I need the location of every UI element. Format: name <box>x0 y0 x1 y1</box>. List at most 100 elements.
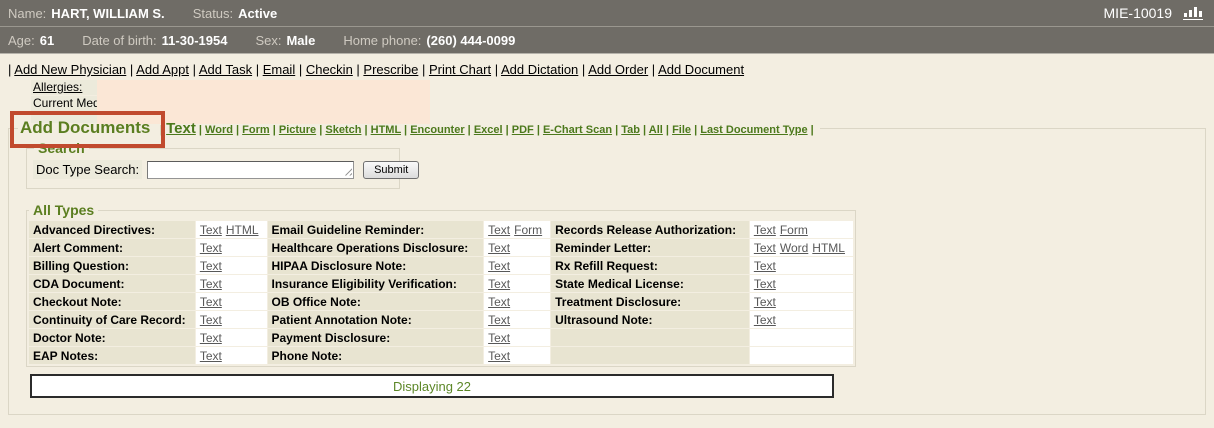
doc-type-label: Continuity of Care Record: <box>29 311 195 328</box>
doc-link-hipaa-disclosure-note-text[interactable]: Text <box>488 259 510 273</box>
doc-link-patient-annotation-note-text[interactable]: Text <box>488 313 510 327</box>
doc-type-label: Alert Comment: <box>29 239 195 256</box>
doc-type-links-cell: Text <box>484 257 550 274</box>
doc-type-links-cell: Text <box>196 275 267 292</box>
doc-link-cda-document-text[interactable]: Text <box>200 277 222 291</box>
doc-type-links-cell <box>750 329 853 346</box>
doc-link-records-release-authorization-form[interactable]: Form <box>780 223 808 237</box>
submit-button[interactable]: Submit <box>363 161 419 179</box>
doc-link-state-medical-license-text[interactable]: Text <box>754 277 776 291</box>
doc-type-label: Payment Disclosure: <box>268 329 484 346</box>
doc-link-records-release-authorization-text[interactable]: Text <box>754 223 776 237</box>
table-row: CDA Document:TextInsurance Eligibility V… <box>29 275 853 292</box>
doc-type-tab-e-chart-scan[interactable]: E-Chart Scan <box>543 124 612 136</box>
doc-type-links-cell: Text <box>196 347 267 364</box>
doc-link-email-guideline-reminder-form[interactable]: Form <box>514 223 542 237</box>
search-row: Doc Type Search: Submit <box>33 160 393 179</box>
sex-value: Male <box>286 33 315 48</box>
search-input-wrap <box>147 161 354 179</box>
nav-link-add-order[interactable]: Add Order <box>588 62 648 77</box>
doc-type-tab-form[interactable]: Form <box>242 124 270 136</box>
doc-link-ob-office-note-text[interactable]: Text <box>488 295 510 309</box>
doc-type-tab-last-document-type[interactable]: Last Document Type <box>700 124 807 136</box>
doc-link-healthcare-operations-disclosure-text[interactable]: Text <box>488 241 510 255</box>
doc-type-search-input[interactable] <box>147 161 354 179</box>
doc-type-label: Advanced Directives: <box>29 221 195 238</box>
doc-link-advanced-directives-text[interactable]: Text <box>200 223 222 237</box>
allergies-link[interactable]: Allergies: <box>33 80 82 94</box>
allergies-row: Allergies: <box>31 80 97 95</box>
doc-type-links-cell: Text <box>750 293 853 310</box>
doc-type-tab-picture[interactable]: Picture <box>279 124 316 136</box>
quick-actions-nav: | Add New Physician | Add Appt | Add Tas… <box>8 62 1214 77</box>
doc-type-tab-encounter[interactable]: Encounter <box>410 124 464 136</box>
doc-type-tab-sketch[interactable]: Sketch <box>325 124 361 136</box>
doc-link-phone-note-text[interactable]: Text <box>488 349 510 363</box>
doc-link-advanced-directives-html[interactable]: HTML <box>226 223 259 237</box>
doc-link-reminder-letter-text[interactable]: Text <box>754 241 776 255</box>
doc-type-label: State Medical License: <box>551 275 749 292</box>
nav-link-add-new-physician[interactable]: Add New Physician <box>14 62 126 77</box>
doc-type-links-cell: Text <box>750 257 853 274</box>
nav-link-add-document[interactable]: Add Document <box>658 62 744 77</box>
doc-link-checkout-note-text[interactable]: Text <box>200 295 222 309</box>
doc-type-label <box>551 347 749 364</box>
doc-link-eap-notes-text[interactable]: Text <box>200 349 222 363</box>
age-value: 61 <box>40 33 54 48</box>
doc-type-label: Healthcare Operations Disclosure: <box>268 239 484 256</box>
doc-type-links-cell: Text <box>750 275 853 292</box>
table-row: Alert Comment: Text Healthcare Operations … <box>29 239 853 256</box>
doc-link-billing-question-text[interactable]: Text <box>200 259 222 273</box>
nav-link-add-task[interactable]: Add Task <box>199 62 252 77</box>
doc-link-reminder-letter-word[interactable]: Word <box>780 241 808 255</box>
nav-link-email[interactable]: Email <box>263 62 296 77</box>
doc-type-tab-text[interactable]: Text <box>166 120 196 137</box>
nav-link-add-dictation[interactable]: Add Dictation <box>501 62 578 77</box>
doc-type-links-cell: Text <box>484 275 550 292</box>
doc-link-doctor-note-text[interactable]: Text <box>200 331 222 345</box>
nav-link-checkin[interactable]: Checkin <box>306 62 353 77</box>
doc-type-links-cell: Text <box>196 293 267 310</box>
table-row: EAP Notes: Text Phone Note: Text <box>29 347 853 364</box>
age-label: Age: <box>8 33 35 48</box>
doc-link-email-guideline-reminder-text[interactable]: Text <box>488 223 510 237</box>
doc-type-tab-word[interactable]: Word <box>205 124 233 136</box>
sex-label: Sex: <box>255 33 281 48</box>
doc-link-alert-comment-text[interactable]: Text <box>200 241 222 255</box>
doc-link-continuity-of-care-record-text[interactable]: Text <box>200 313 222 327</box>
doc-type-label: Reminder Letter: <box>551 239 749 256</box>
doc-type-label: EAP Notes: <box>29 347 195 364</box>
table-row: Advanced Directives:TextHTMLEmail Guidel… <box>29 221 853 238</box>
doc-link-rx-refill-request-text[interactable]: Text <box>754 259 776 273</box>
table-row: Continuity of Care Record: Text Patient An… <box>29 311 853 328</box>
doc-type-tab-all[interactable]: All <box>649 124 663 136</box>
nav-link-prescribe[interactable]: Prescribe <box>363 62 418 77</box>
all-types-section-title: All Types <box>29 202 98 218</box>
doc-type-tab-html[interactable]: HTML <box>371 124 401 136</box>
patient-header-bar: Name: HART, WILLIAM S. Status: Active MI… <box>0 0 1214 27</box>
doc-type-label: Patient Annotation Note: <box>268 311 484 328</box>
patient-status: Active <box>238 6 277 21</box>
doc-type-links: | Text | Word | Form | Picture | Sketch … <box>160 124 814 136</box>
nav-link-print-chart[interactable]: Print Chart <box>429 62 491 77</box>
doc-link-ultrasound-note-text[interactable]: Text <box>754 313 776 327</box>
doc-link-treatment-disclosure-text[interactable]: Text <box>754 295 776 309</box>
table-row: Checkout Note:TextOB Office Note:TextTre… <box>29 293 853 310</box>
bar-chart-icon[interactable] <box>1182 4 1204 23</box>
doc-type-tab-excel[interactable]: Excel <box>474 124 503 136</box>
nav-link-add-appt[interactable]: Add Appt <box>136 62 189 77</box>
doc-type-links-cell: Text Form <box>484 221 550 238</box>
doc-link-insurance-eligibility-verification-text[interactable]: Text <box>488 277 510 291</box>
phone-label: Home phone: <box>343 33 421 48</box>
doc-type-label: Phone Note: <box>268 347 484 364</box>
dob-value: 11-30-1954 <box>162 33 228 48</box>
doc-type-links-cell: Text HTML <box>196 221 267 238</box>
chart-id: MIE-10019 <box>1104 5 1172 21</box>
doc-type-tab-pdf[interactable]: PDF <box>512 124 534 136</box>
doc-link-reminder-letter-html[interactable]: HTML <box>812 241 845 255</box>
doc-type-label: Doctor Note: <box>29 329 195 346</box>
doc-type-tab-tab[interactable]: Tab <box>621 124 640 136</box>
doc-type-tab-file[interactable]: File <box>672 124 691 136</box>
doc-link-payment-disclosure-text[interactable]: Text <box>488 331 510 345</box>
doc-type-search-label: Doc Type Search: <box>33 160 142 179</box>
